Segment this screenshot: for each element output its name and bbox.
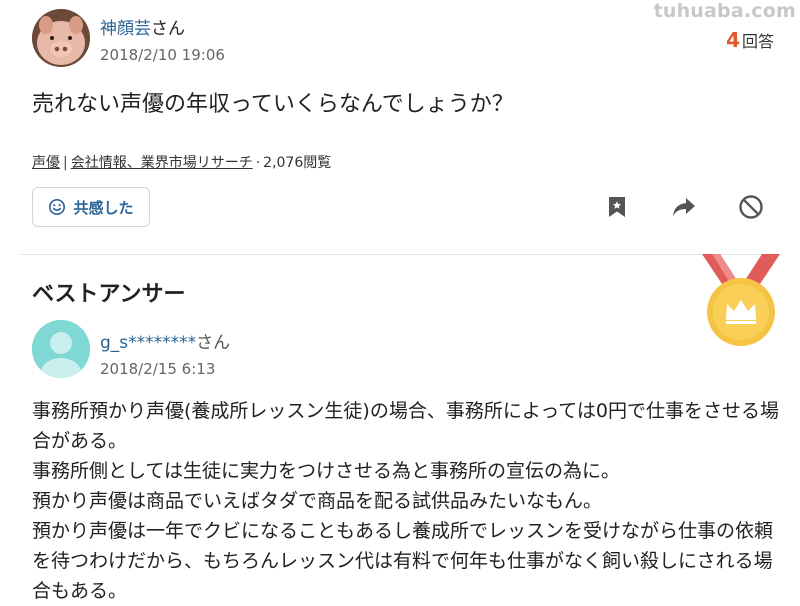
asker-name-link[interactable]: 神顔芸 <box>100 19 151 39</box>
category-link-seiyu[interactable]: 声優 <box>32 155 60 171</box>
question-date: 2018/2/10 19:06 <box>100 46 225 64</box>
block-button[interactable] <box>737 193 765 221</box>
answer-count[interactable]: 4 回答 <box>726 28 774 52</box>
block-icon <box>739 195 763 219</box>
view-count: 2,076閲覧 <box>263 155 332 171</box>
answerer-avatar[interactable] <box>32 320 90 378</box>
medal-crown-icon <box>702 254 780 346</box>
empathy-button[interactable]: 共感した <box>32 187 150 227</box>
asker-avatar[interactable] <box>32 9 90 67</box>
share-button[interactable] <box>670 193 698 221</box>
answer-count-label: 回答 <box>741 32 774 51</box>
answer-body: 事務所預かり声優(養成所レッスン生徒)の場合、事務所によっては0円で仕事をさせる… <box>32 396 782 606</box>
views-separator: · <box>255 155 261 171</box>
share-arrow-icon <box>673 198 695 216</box>
default-user-icon <box>32 320 90 378</box>
answerer-honorific: さん <box>196 333 231 353</box>
asker-name-line: 神顔芸さん <box>100 14 185 39</box>
answer-paragraph: 事務所預かり声優(養成所レッスン生徒)の場合、事務所によっては0円で仕事をさせる… <box>32 400 780 452</box>
category-line: 声優 | 会社情報、業界市場リサーチ · 2,076閲覧 <box>32 152 331 172</box>
category-link-business[interactable]: 会社情報、業界市場リサーチ <box>71 155 253 171</box>
category-separator: | <box>63 155 68 171</box>
best-answer-heading: ベストアンサー <box>32 282 186 307</box>
empathy-button-label: 共感した <box>73 198 134 217</box>
answerer-name-link[interactable]: g_s******** <box>100 333 196 353</box>
bookmark-button[interactable] <box>603 193 631 221</box>
smile-icon <box>49 198 66 216</box>
answer-count-number: 4 <box>726 28 740 52</box>
bookmark-icon <box>609 197 625 217</box>
best-answer-medal <box>698 252 784 348</box>
watermark: tuhuaba.com <box>653 0 796 22</box>
answer-paragraph: 預かり声優は商品でいえばタダで商品を配る試供品みたいなもん。 <box>32 490 603 512</box>
answerer-name-line: g_s********さん <box>100 328 230 353</box>
section-divider <box>20 254 780 255</box>
question-text: 売れない声優の年収っていくらなんでしょうか？ <box>32 92 514 117</box>
answer-paragraph: 預かり声優は一年でクビになることもあるし養成所でレッスンを受けながら仕事の依頼を… <box>32 520 774 602</box>
answer-paragraph: 事務所側としては生徒に実力をつけさせる為と事務所の宣伝の為に。 <box>32 460 621 482</box>
pig-avatar-image <box>32 9 90 67</box>
answer-date: 2018/2/15 6:13 <box>100 360 216 378</box>
asker-honorific: さん <box>151 19 185 39</box>
